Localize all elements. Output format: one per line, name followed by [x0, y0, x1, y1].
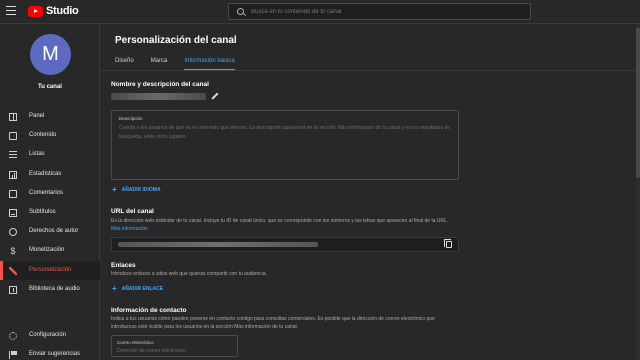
contact-section-desc: Indica a tus usuarios cómo pueden poners… [111, 316, 435, 330]
edit-icon[interactable] [211, 93, 218, 100]
sidebar-bottom-nav: Configuración Enviar sugerencias [0, 326, 100, 360]
links-section-title: Enlaces [111, 262, 136, 269]
tabs-divider [100, 70, 640, 71]
plus-icon: + [112, 284, 117, 293]
page-title: Personalización del canal [115, 35, 237, 46]
email-field[interactable]: Correo electrónico [111, 335, 238, 357]
email-input[interactable] [117, 347, 232, 355]
sidebar-item-audio-library[interactable]: Biblioteca de audio [0, 280, 100, 299]
tab-layout[interactable]: Diseño [115, 58, 134, 70]
name-section-title: Nombre y descripción del canal [111, 81, 209, 88]
email-label: Correo electrónico [117, 340, 154, 345]
add-link-button[interactable]: + AÑADIR ENLACE [112, 284, 163, 293]
sidebar-item-content[interactable]: Contenido [0, 126, 100, 145]
sidebar-item-label: Comentarios [29, 189, 64, 196]
tab-branding[interactable]: Marca [151, 58, 168, 70]
sidebar-item-label: Listas [29, 151, 45, 158]
main-content: Personalización del canal Diseño Marca I… [100, 24, 640, 360]
tab-basic-info[interactable]: Información básica [184, 58, 235, 70]
sidebar-item-label: Enviar sugerencias [29, 351, 81, 358]
studio-logo[interactable]: Studio [28, 5, 79, 17]
sidebar-item-label: Personalización [29, 266, 72, 273]
sidebar-item-label: Panel [29, 113, 45, 119]
add-language-button[interactable]: + AÑADIR IDIOMA [112, 185, 161, 194]
content-icon [9, 132, 17, 141]
url-section-title: URL del canal [111, 208, 154, 215]
links-section-desc: Introduce enlaces a sitios web que quier… [111, 271, 267, 277]
description-field[interactable]: Descripción Cuenta a los usuarios de qué… [111, 110, 459, 180]
search-input[interactable] [251, 6, 521, 18]
menu-icon[interactable] [6, 6, 16, 15]
sidebar-item-label: Configuración [29, 332, 67, 338]
feedback-icon [9, 351, 17, 360]
sidebar-item-label: Estadísticas [29, 170, 62, 177]
top-bar: Studio [0, 0, 640, 24]
sidebar-item-subtitles[interactable]: Subtítulos [0, 203, 100, 222]
sidebar-item-label: Monetización [29, 247, 65, 254]
sidebar: M Tu canal Panel Contenido Listas Estadí… [0, 24, 100, 360]
search-icon [237, 8, 244, 15]
customization-icon [9, 266, 17, 275]
plus-icon: + [112, 185, 117, 194]
logo-text: Studio [46, 5, 79, 17]
playlists-icon [9, 151, 17, 160]
copyright-icon [9, 228, 17, 237]
sidebar-nav: Panel Contenido Listas Estadísticas Come… [0, 107, 100, 299]
channel-label: Tu canal [38, 84, 62, 90]
audio-library-icon [9, 285, 17, 294]
sidebar-item-settings[interactable]: Configuración [0, 326, 100, 345]
search-box[interactable] [228, 3, 531, 20]
gear-icon [9, 332, 17, 340]
sidebar-item-panel[interactable]: Panel [0, 107, 100, 126]
sidebar-item-analytics[interactable]: Estadísticas [0, 165, 100, 184]
youtube-play-icon [28, 5, 43, 17]
sidebar-item-label: Biblioteca de audio [29, 285, 80, 292]
add-language-label: AÑADIR IDIOMA [121, 187, 161, 193]
subtitles-icon [9, 208, 17, 217]
url-desc-text: Es la dirección web estándar de tu canal… [111, 218, 449, 224]
channel-url-field [111, 237, 459, 252]
copy-icon[interactable] [444, 239, 452, 248]
channel-avatar[interactable]: M [30, 34, 71, 75]
url-section-desc: Es la dirección web estándar de tu canal… [111, 217, 491, 233]
sidebar-item-label: Contenido [29, 132, 57, 139]
dashboard-icon [9, 113, 17, 121]
description-label: Descripción [119, 116, 143, 121]
sidebar-item-feedback[interactable]: Enviar sugerencias [0, 345, 100, 360]
scrollbar-thumb[interactable] [636, 28, 640, 178]
add-link-label: AÑADIR ENLACE [121, 286, 164, 292]
sidebar-item-monetization[interactable]: $ Monetización [0, 241, 100, 260]
more-info-link[interactable]: Más información [111, 226, 148, 232]
channel-name-value [111, 93, 206, 100]
sidebar-item-customization[interactable]: Personalización [0, 260, 100, 280]
monetization-icon: $ [10, 246, 16, 257]
sidebar-item-copyright[interactable]: Derechos de autor [0, 222, 100, 241]
comments-icon [9, 189, 17, 198]
sidebar-item-playlists[interactable]: Listas [0, 145, 100, 164]
analytics-icon [9, 170, 17, 179]
contact-section-title: Información de contacto [111, 307, 187, 314]
channel-url-value [118, 242, 318, 247]
tabs: Diseño Marca Información básica [115, 58, 252, 70]
sidebar-item-label: Derechos de autor [29, 228, 79, 235]
sidebar-item-comments[interactable]: Comentarios [0, 184, 100, 203]
description-placeholder: Cuenta a los usuarios de qué va el conte… [119, 125, 451, 140]
sidebar-item-label: Subtítulos [29, 208, 56, 215]
